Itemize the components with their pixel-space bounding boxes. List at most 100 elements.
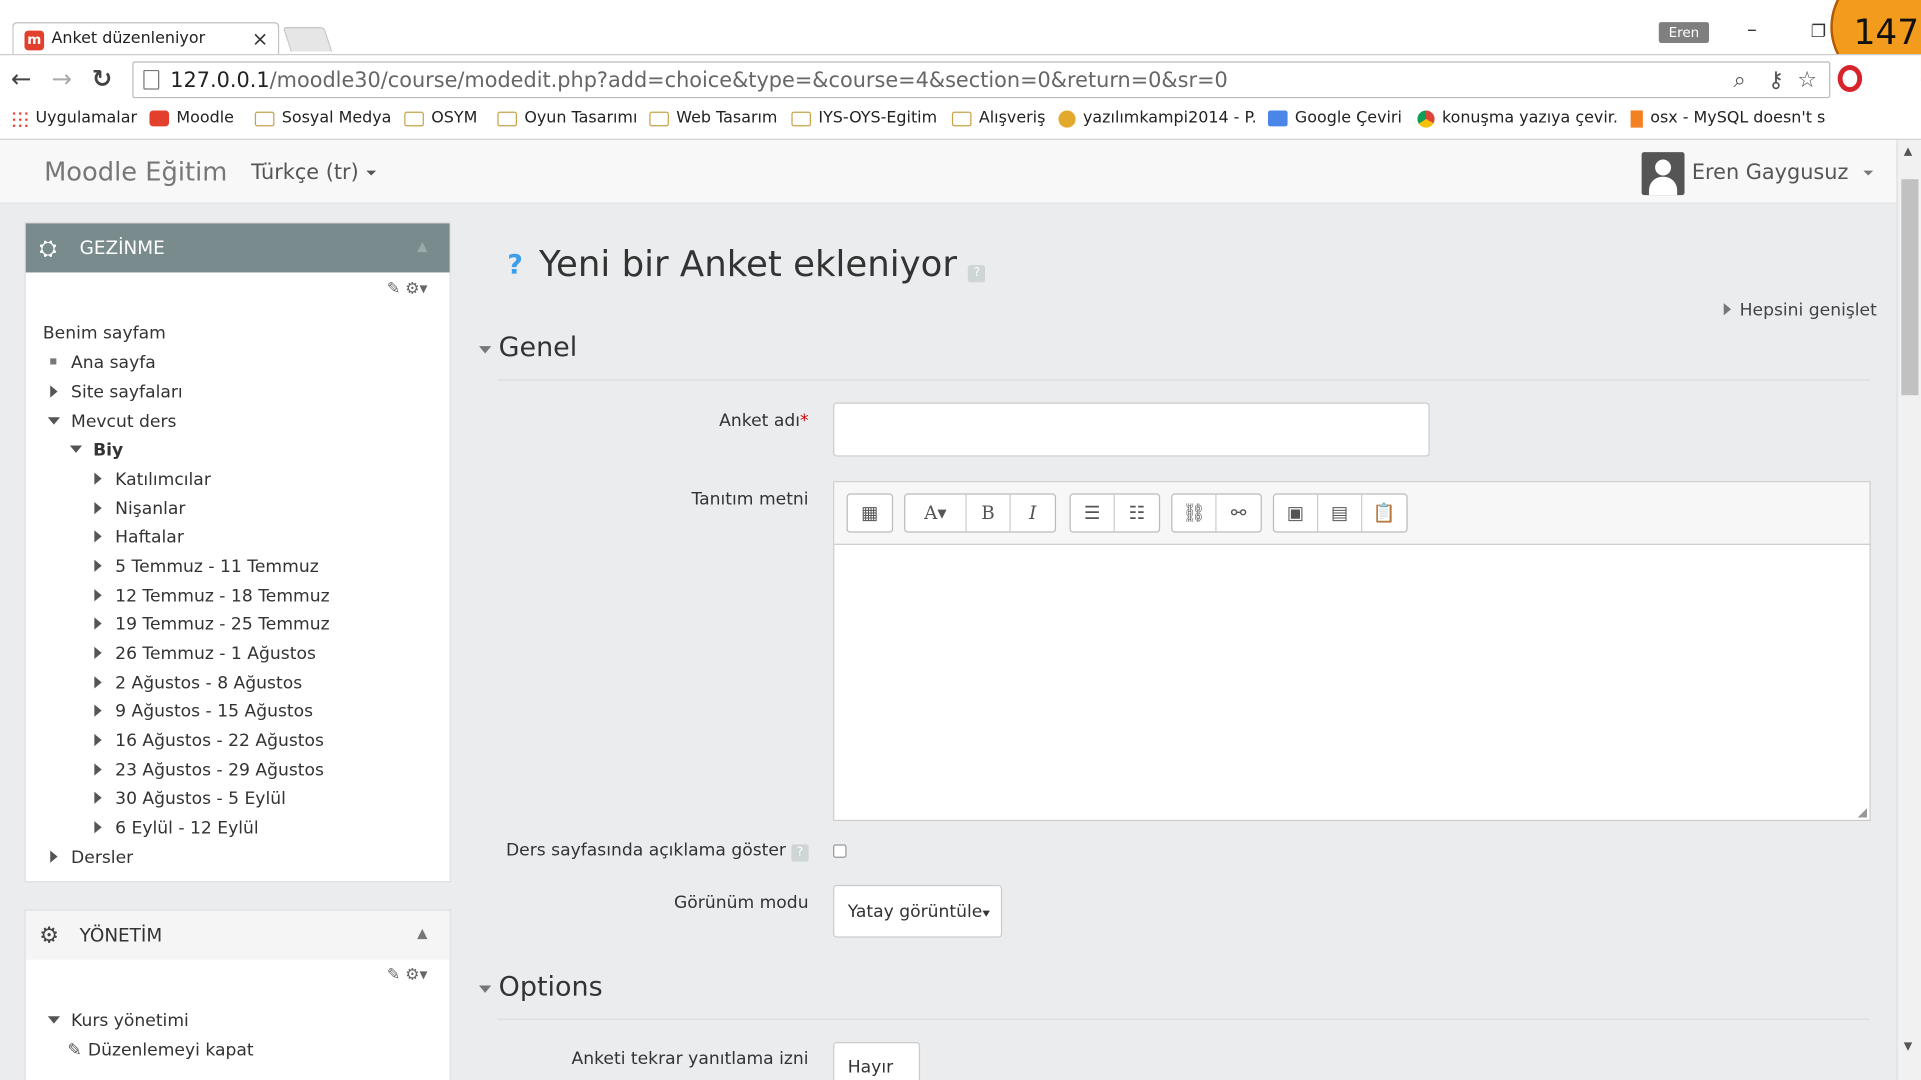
nav-week[interactable]: 12 Temmuz - 18 Temmuz <box>94 587 330 606</box>
section-options[interactable]: Options <box>479 972 603 1003</box>
bookmark-item[interactable]: Uygulamalar <box>11 109 137 128</box>
administration-block-header[interactable]: ⚙ YÖNETİM ▲ <box>25 910 450 960</box>
block-actions-icon[interactable]: ✎ ⚙▾ <box>387 280 428 298</box>
nav-week[interactable]: 5 Temmuz - 11 Temmuz <box>94 557 319 577</box>
new-tab-button[interactable] <box>282 27 333 52</box>
unlink-icon[interactable]: ⚯ <box>1217 495 1261 532</box>
address-bar[interactable]: 127.0.0.1/moodle30/course/modedit.php?ad… <box>132 61 1831 99</box>
profile-badge[interactable]: Eren <box>1658 22 1709 43</box>
toolbar-toggle-icon[interactable]: ▦ <box>848 495 892 532</box>
nav-courses[interactable]: Dersler <box>50 848 133 868</box>
numbered-list-icon[interactable]: ☷ <box>1115 495 1159 532</box>
site-brand[interactable]: Moodle Eğitim <box>44 157 227 186</box>
bookmark-item[interactable]: konuşma yazıya çevir. <box>1417 109 1618 128</box>
paste-icon[interactable]: 📋 <box>1362 495 1406 532</box>
help-icon[interactable]: ? <box>791 844 809 862</box>
nav-turn-editing-off[interactable]: ✎ Düzenlemeyi kapat <box>67 1041 253 1061</box>
bookmark-item[interactable]: Moodle <box>149 109 234 128</box>
collapse-icon[interactable]: ▲ <box>417 925 427 941</box>
bookmark-folder[interactable]: Web Tasarım <box>649 109 777 128</box>
help-icon[interactable]: ? <box>507 250 523 281</box>
font-size-icon[interactable]: A▾ <box>905 494 967 532</box>
folder-icon <box>404 111 424 126</box>
bookmark-item[interactable]: osx - MySQL doesn't s <box>1630 109 1825 128</box>
collapse-icon[interactable]: ▲ <box>417 238 427 254</box>
nav-week[interactable]: 16 Ağustos - 22 Ağustos <box>94 731 324 751</box>
resize-handle-icon[interactable]: ◢ <box>1858 806 1867 820</box>
expand-icon <box>1723 303 1732 316</box>
bullet-list-icon[interactable]: ☰ <box>1071 494 1115 532</box>
scroll-up-icon[interactable]: ▲ <box>1904 146 1912 158</box>
bold-icon[interactable]: B <box>967 494 1011 532</box>
expand-icon <box>94 559 102 572</box>
nav-week[interactable]: 19 Temmuz - 25 Temmuz <box>94 615 330 635</box>
editor-button-group: A▾ B I <box>904 493 1057 533</box>
section-general[interactable]: Genel <box>479 333 577 363</box>
choice-name-input[interactable] <box>833 402 1430 457</box>
nav-week[interactable]: 2 Ağustos - 8 Ağustos <box>94 674 302 693</box>
bookmark-folder[interactable]: OSYM <box>404 109 477 128</box>
allow-update-select[interactable]: Hayır <box>833 1041 921 1080</box>
bookmark-item[interactable]: Google Çeviri <box>1267 109 1402 128</box>
nav-weeks[interactable]: Haftalar <box>94 528 184 547</box>
tab-active[interactable]: m Anket düzenleniyor × <box>12 22 280 57</box>
nav-week[interactable]: 30 Ağustos - 5 Eylül <box>94 789 286 809</box>
nav-course-admin[interactable]: Kurs yönetimi <box>47 1011 189 1031</box>
nav-home[interactable]: Ana sayfa <box>50 353 156 373</box>
help-icon[interactable]: ? <box>968 265 986 283</box>
chrome-icon <box>1417 109 1435 128</box>
key-icon[interactable]: ⚷ <box>1768 68 1784 94</box>
nav-course-biy[interactable]: Biy <box>69 441 123 460</box>
expand-all-link[interactable]: Hepsini genişlet <box>1723 301 1877 320</box>
nav-participants[interactable]: Katılımcılar <box>94 470 211 490</box>
minimize-icon[interactable]: – <box>1747 17 1757 40</box>
scrollbar-thumb[interactable] <box>1901 179 1919 396</box>
display-mode-select[interactable]: Yatay görüntüle <box>833 884 1003 938</box>
nav-site-pages[interactable]: Site sayfaları <box>50 383 183 403</box>
page-icon <box>143 69 160 90</box>
field-label: Ders sayfasında açıklama göster ? <box>478 841 809 862</box>
navigation-block: ⛭ GEZİNME ▲ ✎ ⚙▾ Benim sayfam Ana sayfa … <box>24 222 451 883</box>
show-description-checkbox[interactable] <box>833 844 847 858</box>
block-actions-icon[interactable]: ✎ ⚙▾ <box>387 966 428 984</box>
vertical-scrollbar[interactable]: ▲ ▼ <box>1896 139 1921 1080</box>
star-icon[interactable]: ☆ <box>1797 68 1817 94</box>
nav-week[interactable]: 6 Eylül - 12 Eylül <box>94 819 259 838</box>
expand-icon <box>94 589 102 602</box>
editor-toolbar: ▦ A▾ B I ☰ ☷ ⛓ ⚯ ▣ ▤ 📋 <box>834 482 1870 545</box>
url-text: 127.0.0.1/moodle30/course/modedit.php?ad… <box>170 68 1228 94</box>
block-title: YÖNETİM <box>79 924 163 947</box>
user-menu[interactable]: Eren Gaygusuz <box>1692 161 1873 185</box>
image-icon[interactable]: ▣ <box>1274 494 1319 532</box>
bookmark-folder[interactable]: IYS-OYS-Egitim <box>791 109 937 128</box>
field-label: Anketi tekrar yanıtlama izni <box>571 1049 809 1069</box>
media-icon[interactable]: ▤ <box>1318 494 1363 532</box>
avatar[interactable] <box>1641 152 1685 196</box>
reload-icon[interactable]: ↻ <box>92 66 113 91</box>
cogs-icon: ⚙ <box>39 922 59 949</box>
link-icon[interactable]: ⛓ <box>1172 494 1217 532</box>
nav-week[interactable]: 9 Ağustos - 15 Ağustos <box>94 702 313 722</box>
tab-close-icon[interactable]: × <box>252 27 268 50</box>
bookmark-folder[interactable]: Sosyal Medya <box>254 109 391 128</box>
nav-week[interactable]: 23 Ağustos - 29 Ağustos <box>94 761 324 781</box>
expand-icon <box>94 676 102 689</box>
editor-content-area[interactable] <box>834 545 1869 820</box>
bookmark-folder[interactable]: Oyun Tasarımı <box>497 109 637 128</box>
nav-current-course[interactable]: Mevcut ders <box>47 412 176 432</box>
scroll-down-icon[interactable]: ▼ <box>1904 1041 1912 1053</box>
zoom-icon[interactable]: ⌕ <box>1734 68 1746 94</box>
forward-icon[interactable]: → <box>51 66 72 91</box>
nav-my-page[interactable]: Benim sayfam <box>43 324 166 344</box>
restore-icon[interactable]: ❐ <box>1811 22 1826 42</box>
nav-badges[interactable]: Nişanlar <box>94 500 185 519</box>
italic-icon[interactable]: I <box>1011 495 1055 532</box>
bookmark-item[interactable]: yazılımkampi2014 - P. <box>1058 109 1257 128</box>
language-menu[interactable]: Türkçe (tr) <box>251 161 376 185</box>
bookmark-folder[interactable]: Alışveriş <box>951 109 1045 128</box>
nav-week[interactable]: 26 Temmuz - 1 Ağustos <box>94 644 316 664</box>
opera-extension-icon[interactable] <box>1837 65 1863 93</box>
navigation-block-header[interactable]: ⛭ GEZİNME ▲ <box>25 223 450 273</box>
back-icon[interactable]: ← <box>11 66 32 91</box>
collapse-arrow-icon <box>479 346 492 354</box>
